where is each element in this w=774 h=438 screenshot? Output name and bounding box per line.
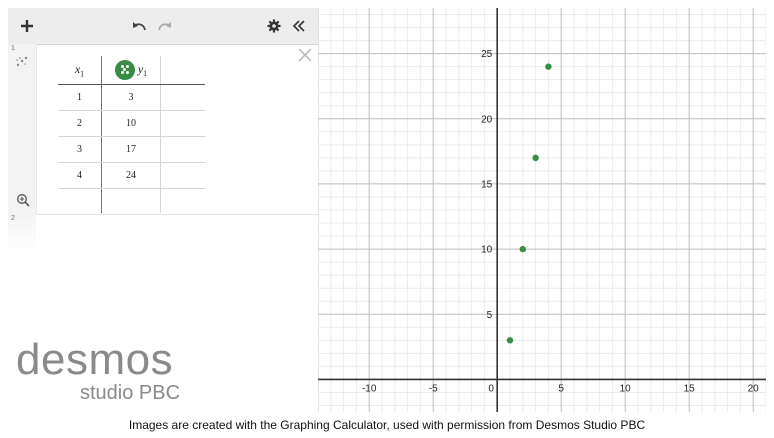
graph-paper[interactable]: -10 -5 0 5 10 15 20 5 10 15 20 25 <box>318 8 766 412</box>
add-item-button[interactable] <box>14 8 40 44</box>
desmos-logo: desmos studio PBC <box>16 338 196 408</box>
y-tick-label: 10 <box>481 245 493 256</box>
tick-labels: -10 -5 0 5 10 15 20 5 10 15 20 25 <box>362 49 759 394</box>
caption: Images are created with the Graphing Cal… <box>128 418 646 432</box>
table-cell-empty[interactable] <box>161 189 206 214</box>
sparkle-icon[interactable] <box>14 55 30 69</box>
table-cell[interactable]: 2 <box>58 110 102 137</box>
table-cell-empty[interactable] <box>160 84 205 111</box>
y-tick-label: 15 <box>481 179 493 190</box>
calculator-window: 1 x1 y1 1 3 2 10 3 17 4 24 2 desmos stud… <box>8 8 766 412</box>
table-row: 3 17 <box>58 136 205 163</box>
table-cell[interactable]: 3 <box>58 136 102 163</box>
table-cell[interactable]: 24 <box>101 162 161 189</box>
expression-toolbar <box>8 8 318 45</box>
empty-column-header[interactable] <box>160 56 205 85</box>
header-sub: 1 <box>143 69 148 79</box>
expression-panel: 1 x1 y1 1 3 2 10 3 17 4 24 2 desmos stud… <box>8 8 319 412</box>
collapse-panel-button[interactable] <box>288 8 310 44</box>
logo-wordmark: desmos <box>16 335 174 384</box>
x-tick-label: 0 <box>488 383 494 394</box>
table-cell[interactable]: 17 <box>101 136 161 163</box>
header-sub: 1 <box>80 69 85 79</box>
table-row: 2 10 <box>58 110 205 137</box>
table-cell-new[interactable] <box>58 188 102 213</box>
y-tick-label: 25 <box>481 49 493 60</box>
data-point <box>506 337 514 344</box>
expression-index: 2 <box>11 215 15 222</box>
table-row: 1 3 <box>58 84 205 111</box>
expression-1-gutter <box>8 44 37 214</box>
data-table: x1 y1 1 3 2 10 3 17 4 24 <box>58 56 205 213</box>
table-cell[interactable]: 1 <box>58 84 102 111</box>
y-tick-label: 5 <box>487 310 493 321</box>
grid-minor-lines <box>318 8 766 412</box>
double-chevron-left-icon <box>292 20 305 32</box>
table-cell[interactable]: 10 <box>101 110 161 137</box>
settings-button[interactable] <box>264 8 284 44</box>
table-cell[interactable]: 4 <box>58 162 102 189</box>
table-cell[interactable]: 3 <box>101 84 161 111</box>
undo-icon <box>133 22 146 31</box>
x-tick-label: 5 <box>558 383 564 394</box>
y-tick-label: 20 <box>481 114 493 125</box>
gear-icon <box>267 19 281 33</box>
undo-button[interactable] <box>128 8 150 44</box>
table-row: 4 24 <box>58 162 205 189</box>
x-tick-label: 20 <box>748 383 760 394</box>
data-point <box>519 245 526 253</box>
table-cell-new[interactable] <box>101 188 161 213</box>
x-tick-label: -5 <box>429 383 438 394</box>
column-header-y[interactable]: y1 <box>101 56 161 85</box>
x-tick-label: 10 <box>620 383 632 394</box>
table-row-new <box>58 188 206 214</box>
plus-icon <box>21 20 33 32</box>
x-tick-label: 15 <box>684 383 696 394</box>
column-header-x[interactable]: x1 <box>58 56 102 85</box>
close-icon[interactable] <box>298 48 312 62</box>
point-style-icon[interactable] <box>114 60 135 80</box>
redo-icon <box>158 22 171 31</box>
expression-divider <box>8 214 318 215</box>
table-cell-empty[interactable] <box>160 162 205 189</box>
table-cell-empty[interactable] <box>160 136 205 163</box>
logo-subtitle: studio PBC <box>80 382 181 404</box>
zoom-fit-icon[interactable] <box>16 193 30 207</box>
data-point <box>545 63 552 70</box>
data-point <box>532 154 539 162</box>
table-cell-empty[interactable] <box>160 110 205 137</box>
redo-button[interactable] <box>154 8 176 44</box>
x-tick-label: -10 <box>362 383 377 394</box>
expression-index: 1 <box>11 45 15 52</box>
